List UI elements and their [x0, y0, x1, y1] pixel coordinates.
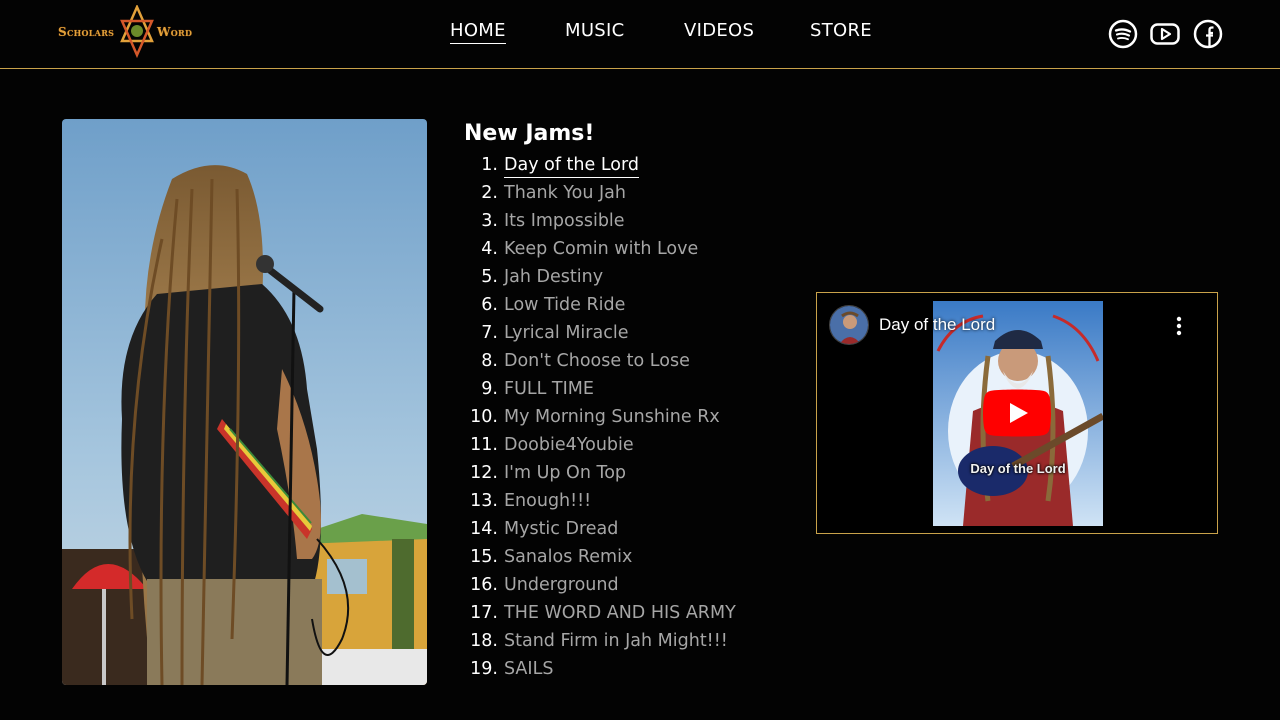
track-title[interactable]: Doobie4Youbie	[504, 431, 634, 459]
track-item[interactable]: 4. Keep Comin with Love	[464, 235, 794, 263]
track-item[interactable]: 3. Its Impossible	[464, 207, 794, 235]
artist-photo	[62, 119, 427, 685]
nav-store[interactable]: STORE	[810, 20, 872, 43]
youtube-icon[interactable]	[1149, 18, 1181, 50]
track-title[interactable]: Day of the Lord	[504, 153, 639, 178]
track-item[interactable]: 19. SAILS	[464, 655, 794, 683]
track-item[interactable]: 8. Don't Choose to Lose	[464, 347, 794, 375]
track-item[interactable]: 5. Jah Destiny	[464, 263, 794, 291]
track-item[interactable]: 13. Enough!!!	[464, 487, 794, 515]
track-item[interactable]: 1. Day of the Lord	[464, 151, 794, 179]
track-title[interactable]: FULL TIME	[504, 375, 594, 403]
play-button-icon[interactable]	[983, 389, 1051, 437]
track-title[interactable]: Low Tide Ride	[504, 291, 625, 319]
track-number: 16.	[470, 575, 498, 595]
track-number: 12.	[470, 463, 498, 483]
track-title[interactable]: Enough!!!	[504, 487, 591, 515]
track-number: 5.	[481, 267, 498, 287]
track-list: 1. Day of the Lord 2. Thank You Jah 3. Its …	[464, 151, 794, 683]
track-item[interactable]: 9. FULL TIME	[464, 375, 794, 403]
youtube-embed[interactable]: Day of the Lord Day of the Lord	[816, 292, 1218, 534]
track-item[interactable]: 11. Doobie4Youbie	[464, 431, 794, 459]
track-title[interactable]: Stand Firm in Jah Might!!!	[504, 627, 728, 655]
track-title[interactable]: Sanalos Remix	[504, 543, 632, 571]
spotify-icon[interactable]	[1107, 18, 1139, 50]
track-number: 7.	[481, 323, 498, 343]
track-item[interactable]: 2. Thank You Jah	[464, 179, 794, 207]
track-item[interactable]: 12. I'm Up On Top	[464, 459, 794, 487]
track-item[interactable]: 15. Sanalos Remix	[464, 543, 794, 571]
track-number: 15.	[470, 547, 498, 567]
track-item[interactable]: 16. Underground	[464, 571, 794, 599]
track-title[interactable]: SAILS	[504, 655, 553, 683]
track-item[interactable]: 17. THE WORD AND HIS ARMY	[464, 599, 794, 627]
track-number: 4.	[481, 239, 498, 259]
track-title[interactable]: Underground	[504, 571, 619, 599]
site-header: Scholars Word HOME MUSIC VIDEOS STORE	[0, 0, 1280, 69]
channel-avatar[interactable]	[829, 305, 869, 345]
track-number: 1.	[481, 155, 498, 175]
track-number: 3.	[481, 211, 498, 231]
facebook-icon[interactable]	[1192, 18, 1224, 50]
nav-home[interactable]: HOME	[450, 20, 506, 44]
track-title[interactable]: Thank You Jah	[504, 179, 626, 207]
track-title[interactable]: My Morning Sunshine Rx	[504, 403, 720, 431]
track-title[interactable]: Keep Comin with Love	[504, 235, 698, 263]
track-title[interactable]: THE WORD AND HIS ARMY	[504, 599, 736, 627]
main-nav: HOME MUSIC VIDEOS STORE	[0, 20, 1280, 50]
nav-videos[interactable]: VIDEOS	[684, 20, 754, 43]
track-title[interactable]: Its Impossible	[504, 207, 625, 235]
track-number: 2.	[481, 183, 498, 203]
track-item[interactable]: 7. Lyrical Miracle	[464, 319, 794, 347]
track-number: 18.	[470, 631, 498, 651]
track-item[interactable]: 18. Stand Firm in Jah Might!!!	[464, 627, 794, 655]
track-title[interactable]: Jah Destiny	[504, 263, 603, 291]
more-vert-icon[interactable]	[1169, 315, 1189, 337]
track-number: 13.	[470, 491, 498, 511]
track-number: 8.	[481, 351, 498, 371]
track-item[interactable]: 14. Mystic Dread	[464, 515, 794, 543]
track-number: 9.	[481, 379, 498, 399]
track-number: 17.	[470, 603, 498, 623]
track-title[interactable]: Mystic Dread	[504, 515, 618, 543]
thumbnail-caption: Day of the Lord	[970, 461, 1066, 476]
track-number: 19.	[470, 659, 498, 679]
nav-music[interactable]: MUSIC	[565, 20, 625, 43]
track-title[interactable]: I'm Up On Top	[504, 459, 626, 487]
track-title[interactable]: Lyrical Miracle	[504, 319, 628, 347]
track-item[interactable]: 10. My Morning Sunshine Rx	[464, 403, 794, 431]
jams-heading: New Jams!	[464, 121, 595, 146]
track-number: 14.	[470, 519, 498, 539]
track-number: 6.	[481, 295, 498, 315]
new-jams-section: New Jams! 1. Day of the Lord 2. Thank You …	[464, 118, 794, 683]
video-title[interactable]: Day of the Lord	[879, 315, 995, 335]
track-item[interactable]: 6. Low Tide Ride	[464, 291, 794, 319]
track-number: 10.	[470, 407, 498, 427]
track-number: 11.	[470, 435, 498, 455]
track-title[interactable]: Don't Choose to Lose	[504, 347, 690, 375]
